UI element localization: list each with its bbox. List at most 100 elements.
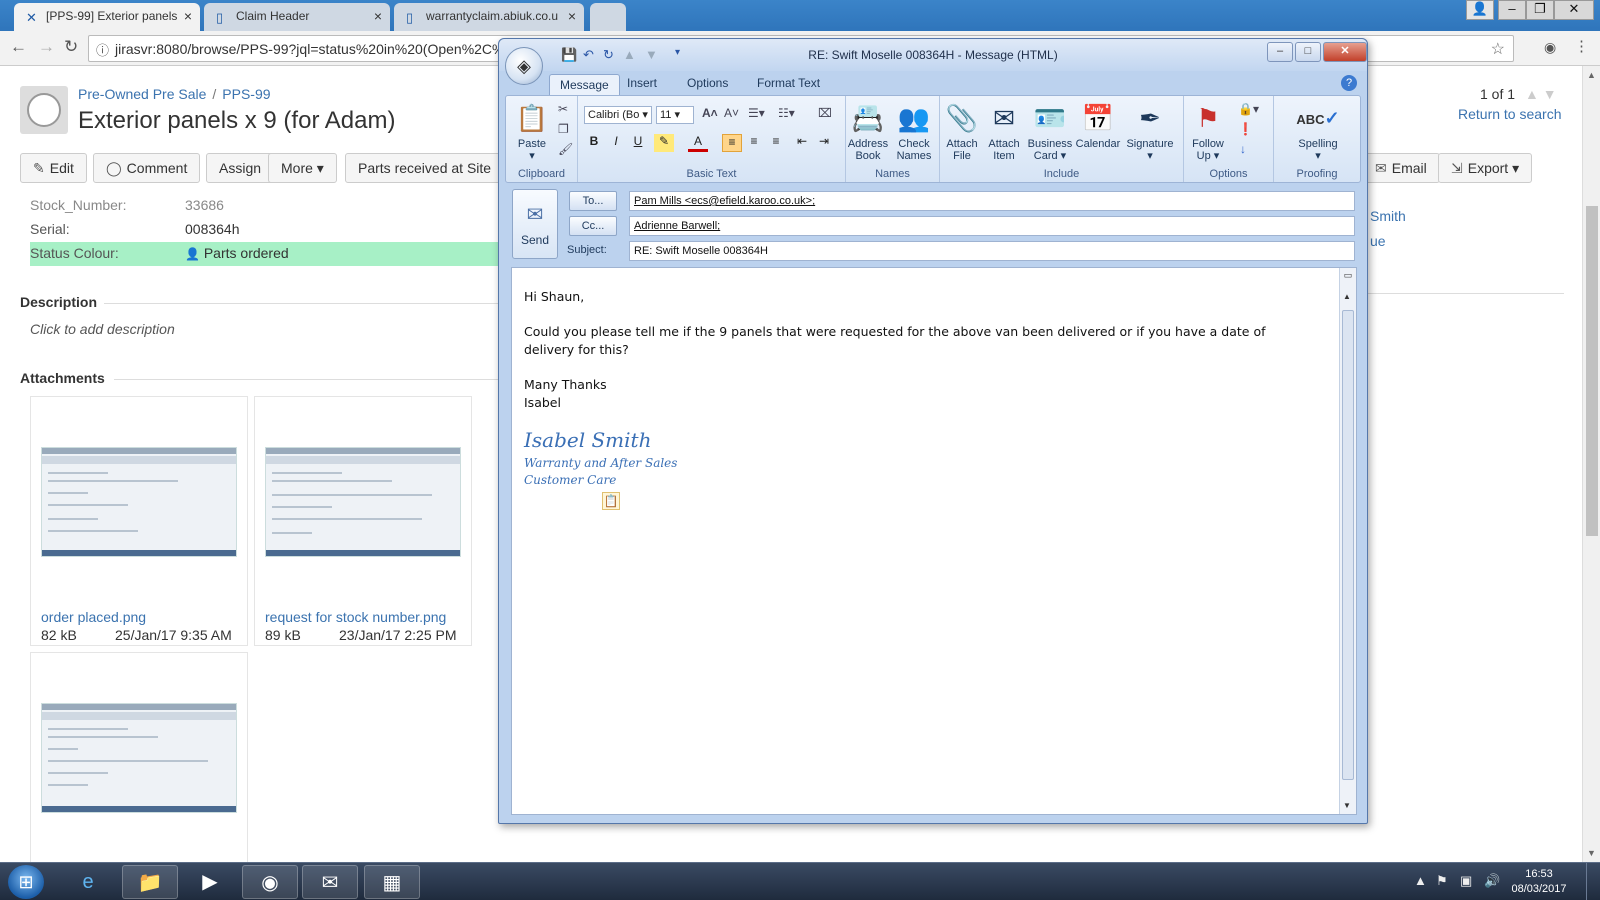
attachment-name[interactable]: request for stock number.png [265,609,446,625]
outlook-icon[interactable]: ✉ [302,865,358,899]
attachment-card[interactable]: request for stock number.png 89 kB 23/Ja… [254,396,472,646]
body-scrollbar[interactable]: ▭ ▲ ▼ [1339,268,1356,814]
highlight-icon[interactable]: ✎ [654,134,674,152]
attachment-card[interactable]: order placed.png 82 kB 25/Jan/17 9:35 AM [30,396,248,646]
tab-close-icon[interactable]: × [184,8,192,24]
numbering-icon[interactable]: ☷▾ [778,106,795,120]
reload-icon[interactable]: ↻ [64,37,78,57]
undo-icon[interactable]: ↶ [583,47,594,63]
high-importance-icon[interactable]: ❗ [1238,122,1253,136]
close-button[interactable]: ✕ [1554,0,1594,20]
system-clock[interactable]: 16:53 08/03/2017 [1504,867,1574,897]
tab-options[interactable]: Options [687,76,728,90]
calendar-button[interactable]: 📅 Calendar [1074,100,1122,150]
to-field[interactable]: Pam Mills <ecs@efield.karoo.co.uk>; [629,191,1355,211]
attachment-thumbnail[interactable] [265,447,461,557]
comment-button[interactable]: ◯ Comment [93,153,201,183]
to-button[interactable]: To... [569,191,617,211]
scrollbar-thumb[interactable] [1586,206,1598,536]
scroll-down-icon[interactable]: ▼ [1343,801,1351,810]
align-right-icon[interactable]: ≡ [766,134,786,152]
internet-explorer-icon[interactable]: e [60,865,116,899]
volume-icon[interactable]: 🔊 [1484,873,1500,889]
info-icon[interactable]: ⓘ [96,40,109,59]
format-painter-icon[interactable]: 🖌 [558,142,573,156]
copy-icon[interactable]: ❐ [558,122,569,136]
profile-icon[interactable]: 👤 [1466,0,1494,20]
permission-icon[interactable]: 🔒▾ [1238,102,1259,116]
underline-icon[interactable]: U [628,134,648,152]
bookmark-star-icon[interactable]: ☆ [1491,39,1505,59]
scroll-up-icon[interactable]: ▲ [1343,292,1351,301]
attach-file-button[interactable]: 📎 Attach File [938,100,986,162]
new-tab-button[interactable] [590,3,626,31]
tab-message[interactable]: Message [549,74,620,95]
browser-tab-claim-header[interactable]: ▯ Claim Header × [204,3,390,31]
paste-options-icon[interactable]: 📋 [602,492,620,510]
issue-summary[interactable]: Exterior panels x 9 (for Adam) [78,107,395,135]
breadcrumb-issue-link[interactable]: PPS-99 [222,86,270,102]
business-card-button[interactable]: 🪪 Business Card ▾ [1026,100,1074,162]
grow-font-icon[interactable]: A˄ [702,106,718,120]
address-book-button[interactable]: 📇 Address Book [844,100,892,162]
ruler-toggle-icon[interactable]: ▭ [1342,270,1354,286]
menu-icon[interactable]: ⋮ [1574,37,1589,55]
browser-tab-jira[interactable]: ✕ [PPS-99] Exterior panels × [14,3,200,31]
align-center-icon[interactable]: ≡ [744,134,764,152]
attachment-thumbnail[interactable] [41,447,237,557]
low-importance-icon[interactable]: ↓ [1240,142,1246,156]
right-panel-link-2[interactable]: ue [1370,233,1386,249]
media-player-icon[interactable]: ▶ [182,865,238,899]
next-item-icon[interactable]: ▼ [645,47,658,62]
workflow-parts-received-button[interactable]: Parts received at Site [345,153,505,183]
assign-button[interactable]: Assign [206,153,275,183]
network-icon[interactable]: ▣ [1460,873,1472,889]
scrollbar-thumb[interactable] [1342,310,1354,780]
email-button[interactable]: ✉ Email [1362,153,1440,183]
action-center-flag-icon[interactable]: ⚑ [1436,873,1448,889]
start-button[interactable]: ⊞ [8,865,44,899]
project-avatar[interactable] [20,86,68,134]
font-name-dropdown[interactable]: Calibri (Bo ▾ [584,106,652,124]
bold-icon[interactable]: B [584,134,604,152]
scroll-down-icon[interactable]: ▼ [1587,848,1596,858]
back-icon[interactable]: ← [10,37,27,57]
italic-icon[interactable]: I [606,134,626,152]
bullets-icon[interactable]: ☰▾ [748,106,765,120]
message-minimize-button[interactable]: – [1267,42,1293,62]
align-left-icon[interactable]: ≡ [722,134,742,152]
cc-button[interactable]: Cc... [569,216,617,236]
extension-icon[interactable]: ◉ [1544,39,1556,56]
message-close-button[interactable]: ✕ [1323,42,1367,62]
attach-item-button[interactable]: ✉ Attach Item [980,100,1028,162]
clear-formatting-icon[interactable]: ⌧ [818,106,832,120]
description-heading[interactable]: Description [20,294,97,310]
restore-button[interactable]: ❐ [1526,0,1554,20]
export-button[interactable]: ⇲ Export ▾ [1438,153,1533,183]
cut-icon[interactable]: ✂ [558,102,568,116]
calculator-icon[interactable]: ▦ [364,865,420,899]
edit-button[interactable]: ✎ Edit [20,153,87,183]
increase-indent-icon[interactable]: ⇥ [814,134,834,152]
tab-insert[interactable]: Insert [627,76,657,90]
right-panel-link-1[interactable]: Smith [1370,208,1406,224]
scroll-up-icon[interactable]: ▲ [1587,70,1596,80]
save-icon[interactable]: 💾 [561,47,577,63]
breadcrumb-project-link[interactable]: Pre-Owned Pre Sale [78,86,206,102]
help-icon[interactable]: ? [1341,75,1357,91]
forward-icon[interactable]: → [38,37,55,57]
attachments-heading[interactable]: Attachments [20,370,105,386]
attachment-card[interactable] [30,652,248,862]
message-maximize-button[interactable]: □ [1295,42,1321,62]
more-button[interactable]: More ▾ [268,153,337,183]
spelling-button[interactable]: ABC✓ Spelling ▾ [1290,100,1346,162]
tab-format-text[interactable]: Format Text [757,76,820,90]
return-to-search-link[interactable]: Return to search [1458,106,1562,122]
signature-button[interactable]: ✒ Signature ▾ [1126,100,1174,162]
message-body-text[interactable]: Hi Shaun, Could you please tell me if th… [524,288,1314,412]
pager-arrows-icon[interactable]: ▲ ▼ [1525,86,1557,102]
send-button[interactable]: ✉ Send [512,189,558,259]
show-desktop-button[interactable] [1586,863,1600,900]
attachment-name[interactable]: order placed.png [41,609,146,625]
message-body[interactable]: Hi Shaun, Could you please tell me if th… [511,267,1357,815]
